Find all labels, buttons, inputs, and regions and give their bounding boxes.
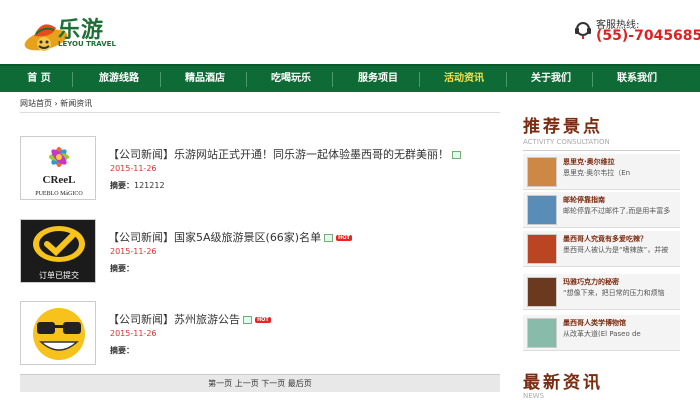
- news-summary: 摘要：: [110, 345, 134, 356]
- recommend-subtitle: ACTIVITY CONSULTATION: [523, 138, 610, 146]
- recommend-name[interactable]: 墨西哥人类学博物馆: [563, 318, 626, 328]
- recommend-name[interactable]: 邮轮停靠指南: [563, 195, 605, 205]
- image-icon: [452, 151, 461, 159]
- order-caption: 订单已提交: [39, 270, 79, 280]
- hotline-number: (55)-70456850: [596, 28, 700, 44]
- nav-services[interactable]: 服务项目: [343, 66, 413, 92]
- news-title-text[interactable]: 【公司新闻】国家5A级旅游景区(66家)名单: [108, 231, 321, 244]
- main-nav: 首 页 旅游线路 精品酒店 吃喝玩乐 服务项目 活动资讯 关于我们 联系我们: [0, 64, 700, 92]
- news-title-text[interactable]: 【公司新闻】苏州旅游公告: [108, 313, 240, 326]
- breadcrumb-divider: [20, 112, 500, 113]
- nav-activities[interactable]: 活动资讯: [429, 66, 499, 92]
- logo-subtext: LEYOU TRAVEL: [58, 40, 116, 48]
- nav-divider: [506, 72, 507, 87]
- news-section-title: 最新资讯: [523, 373, 603, 393]
- image-icon: [243, 316, 252, 324]
- news-title-text[interactable]: 【公司新闻】乐游网站正式开通！同乐游一起体验墨西哥的无群美丽！: [108, 148, 449, 161]
- recommend-thumb-food: [527, 157, 557, 187]
- nav-divider: [592, 72, 593, 87]
- summary-text: 121212: [134, 181, 165, 190]
- recommend-desc: “想像下来，把日常的压力和烦恼: [563, 289, 665, 297]
- news-title[interactable]: 【公司新闻】苏州旅游公告 HOT: [108, 311, 271, 327]
- hot-badge: HOT: [336, 235, 352, 241]
- recommend-item[interactable]: 恩里克·奥尔维拉 恩里克·奥尔韦拉（En: [523, 154, 680, 190]
- recommend-desc: 墨西哥人被认为是“嗜辣族”，并被: [563, 246, 669, 254]
- recommend-item[interactable]: 墨西哥人究竟有多爱吃辣？ 墨西哥人被认为是“嗜辣族”，并被: [523, 231, 680, 267]
- nav-divider: [332, 72, 333, 87]
- creel-logo-subtext: PUEBLO MáGICO: [35, 191, 83, 197]
- recommend-item[interactable]: 墨西哥人类学博物馆 从改革大道(El Paseo de: [523, 315, 680, 351]
- nav-divider: [246, 72, 247, 87]
- news-summary: 摘要：121212: [110, 180, 165, 191]
- pagination[interactable]: 第一页 上一页 下一页 最后页: [20, 374, 500, 392]
- nav-divider: [419, 72, 420, 87]
- recommend-desc: 恩里克·奥尔韦拉（En: [563, 169, 631, 177]
- header: 乐游 LEYOU TRAVEL 客服热线: (55)-70456850: [0, 0, 700, 64]
- news-date: 2015-11-26: [110, 164, 157, 173]
- news-title[interactable]: 【公司新闻】国家5A级旅游景区(66家)名单 HOT: [108, 229, 352, 245]
- recommend-title: 推荐景点: [523, 117, 603, 137]
- recommend-thumb-peppers: [527, 234, 557, 264]
- recommend-name[interactable]: 墨西哥人究竟有多爱吃辣？: [563, 234, 647, 244]
- nav-about[interactable]: 关于我们: [516, 66, 586, 92]
- smiley-glasses-image: [33, 308, 85, 360]
- recommend-item[interactable]: 邮轮停靠指南 邮轮停靠不过邮件了,而是用丰富多: [523, 192, 680, 228]
- recommend-name[interactable]: 恩里克·奥尔维拉: [563, 157, 615, 167]
- nav-hotels[interactable]: 精品酒店: [170, 66, 240, 92]
- order-submitted-image: 订单已提交: [21, 220, 95, 282]
- recommend-name[interactable]: 玛雅巧克力的秘密: [563, 277, 619, 287]
- recommend-thumb-chocolate: [527, 277, 557, 307]
- nav-divider: [72, 72, 73, 87]
- recommend-desc: 从改革大道(El Paseo de: [563, 330, 641, 338]
- breadcrumb[interactable]: 网站首页 › 新闻资讯: [20, 98, 92, 109]
- recommend-desc: 邮轮停靠不过邮件了,而是用丰富多: [563, 207, 671, 215]
- headset-icon: [575, 22, 591, 39]
- news-thumbnail-creel[interactable]: CReeL PUEBLO MáGICO: [20, 136, 96, 200]
- news-list-item[interactable]: CReeL PUEBLO MáGICO 【公司新闻】乐游网站正式开通！同乐游一起…: [20, 136, 500, 200]
- news-summary: 摘要：: [110, 263, 134, 274]
- recommend-thumb-museum: [527, 318, 557, 348]
- nav-divider: [160, 72, 161, 87]
- nav-travel-routes[interactable]: 旅游线路: [84, 66, 154, 92]
- creel-logo-image: CReeL PUEBLO MáGICO: [35, 147, 83, 197]
- news-list-item[interactable]: 【公司新闻】苏州旅游公告 HOT 2015-11-26 摘要：: [20, 301, 500, 365]
- hot-badge: HOT: [255, 317, 271, 323]
- sidebar-divider: [523, 150, 680, 151]
- recommend-item[interactable]: 玛雅巧克力的秘密 “想像下来，把日常的压力和烦恼: [523, 274, 680, 310]
- summary-label: 摘要：: [110, 181, 134, 190]
- news-date: 2015-11-26: [110, 329, 157, 338]
- creel-logo-text: CReeL: [43, 174, 76, 186]
- news-section-subtitle: NEWS: [523, 392, 545, 400]
- recommend-thumb-harbor: [527, 195, 557, 225]
- nav-food-fun[interactable]: 吃喝玩乐: [256, 66, 326, 92]
- image-icon: [324, 234, 334, 242]
- news-thumbnail-order[interactable]: 订单已提交: [20, 219, 96, 283]
- summary-label: 摘要：: [110, 346, 134, 355]
- news-thumbnail-smiley[interactable]: [20, 301, 96, 365]
- news-date: 2015-11-26: [110, 247, 157, 256]
- news-list-item[interactable]: 订单已提交 【公司新闻】国家5A级旅游景区(66家)名单 HOT 2015-11-…: [20, 219, 500, 283]
- news-title[interactable]: 【公司新闻】乐游网站正式开通！同乐游一起体验墨西哥的无群美丽！: [108, 146, 461, 162]
- nav-contact[interactable]: 联系我们: [602, 66, 672, 92]
- summary-label: 摘要：: [110, 264, 134, 273]
- nav-home[interactable]: 首 页: [10, 66, 68, 92]
